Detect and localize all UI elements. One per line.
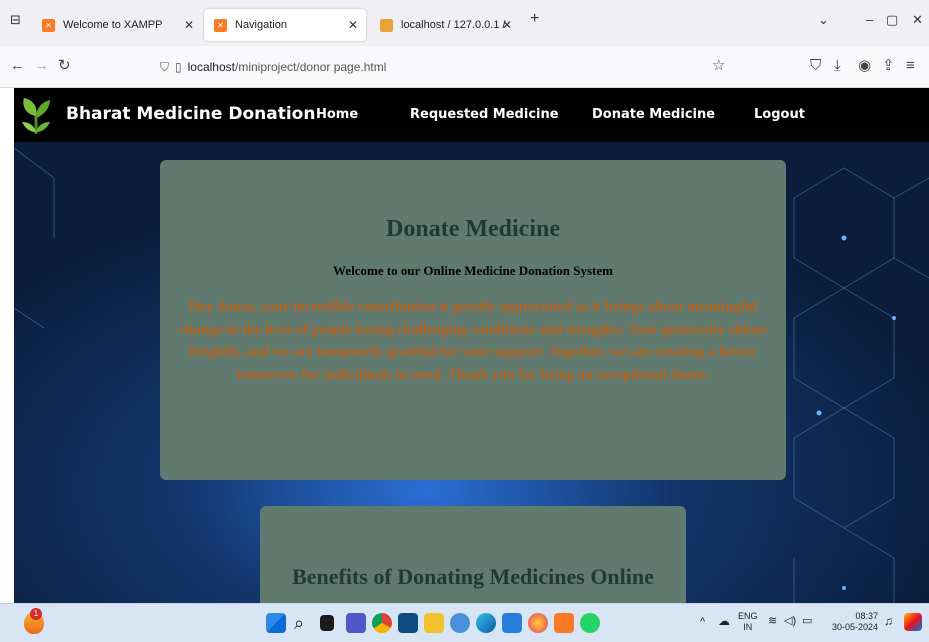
- onedrive-icon[interactable]: ☁: [718, 615, 730, 627]
- weather-widget-icon[interactable]: 1: [24, 608, 44, 634]
- donate-info-card: Donate Medicine Welcome to our Online Me…: [160, 160, 786, 480]
- download-icon[interactable]: ⤓: [834, 56, 841, 76]
- notification-badge: 1: [30, 608, 42, 620]
- tab-overflow-icon[interactable]: ⌄: [818, 12, 829, 28]
- battery-icon[interactable]: ▭: [802, 616, 812, 627]
- close-window-icon[interactable]: ✕: [912, 12, 923, 28]
- restore-icon[interactable]: ▢: [886, 12, 898, 28]
- clock[interactable]: 08:37 30-05-2024: [826, 611, 878, 633]
- minimize-icon[interactable]: –: [866, 12, 873, 27]
- tab-xampp[interactable]: ✕ Welcome to XAMPP ✕: [32, 9, 202, 41]
- xampp-favicon-icon: ✕: [42, 18, 55, 32]
- nav-donate-medicine[interactable]: Donate Medicine: [592, 107, 715, 122]
- windows-taskbar: 1 ⌕ ^ ☁ ENG IN ≋ ◁) ▭ 08:37 30-05-2024 ♫: [0, 603, 929, 642]
- tab-title: Welcome to XAMPP: [63, 19, 163, 31]
- edge-icon[interactable]: [476, 613, 496, 633]
- leaf-logo-icon: [22, 98, 50, 134]
- vscode-icon[interactable]: [502, 613, 522, 633]
- region-code: IN: [743, 622, 753, 632]
- url-bar[interactable]: ⛉ ▯ localhost/miniproject/donor page.htm…: [160, 54, 730, 80]
- pinned-app-icon[interactable]: [450, 613, 470, 633]
- notification-bell-icon[interactable]: ♫: [884, 615, 893, 627]
- card-title: Benefits of Donating Medicines Online: [292, 564, 654, 589]
- chevron-up-icon[interactable]: ^: [700, 617, 705, 628]
- url-path: /miniproject/donor page.html: [235, 60, 387, 74]
- search-icon[interactable]: ⌕: [294, 613, 314, 633]
- menu-icon[interactable]: ≡: [906, 56, 915, 76]
- benefits-card: Benefits of Donating Medicines Online: [260, 506, 686, 603]
- page-viewport: Bharat Medicine Donation Home Requested …: [14, 88, 929, 603]
- store-icon[interactable]: [398, 613, 418, 633]
- task-view-icon[interactable]: [320, 615, 334, 631]
- date: 30-05-2024: [831, 622, 878, 632]
- pocket-icon[interactable]: ⛉: [810, 56, 821, 76]
- site-navbar: Bharat Medicine Donation Home Requested …: [14, 88, 929, 142]
- lang-code: ENG: [738, 611, 758, 621]
- card-title: Donate Medicine: [386, 216, 560, 242]
- close-tab-icon[interactable]: ✕: [502, 18, 512, 32]
- shield-icon[interactable]: ⛉: [160, 60, 169, 75]
- tab-list-icon[interactable]: ⊟: [10, 12, 21, 28]
- account-icon[interactable]: ◉: [858, 56, 871, 76]
- browser-tab-bar: ⊟ ✕ Welcome to XAMPP ✕ ✕ Navigation ✕ lo…: [0, 0, 929, 46]
- tab-title: Navigation: [235, 19, 287, 31]
- close-tab-icon[interactable]: ✕: [348, 18, 358, 32]
- firefox-icon[interactable]: [528, 613, 548, 633]
- back-icon[interactable]: ←: [10, 56, 25, 76]
- browser-toolbar: ← → ↻ ⛉ ▯ localhost/miniproject/donor pa…: [0, 46, 929, 88]
- url-host: localhost: [187, 60, 235, 74]
- whatsapp-icon[interactable]: [580, 613, 600, 633]
- xampp-favicon-icon: ✕: [214, 18, 227, 32]
- extensions-icon[interactable]: ⇪: [882, 56, 895, 76]
- file-explorer-icon[interactable]: [424, 613, 444, 633]
- teams-icon[interactable]: [346, 613, 366, 633]
- start-windows-icon[interactable]: [266, 613, 286, 633]
- language-indicator[interactable]: ENG IN: [738, 611, 758, 633]
- wifi-icon[interactable]: ≋: [768, 616, 777, 627]
- volume-icon[interactable]: ◁): [784, 616, 796, 627]
- card-subtitle: Welcome to our Online Medicine Donation …: [333, 263, 613, 278]
- xampp-icon[interactable]: [554, 613, 574, 633]
- time: 08:37: [855, 611, 878, 621]
- nav-requested-medicine[interactable]: Requested Medicine: [410, 107, 559, 122]
- phpmyadmin-favicon-icon: [380, 18, 393, 32]
- forward-icon[interactable]: →: [34, 56, 49, 76]
- reload-icon[interactable]: ↻: [58, 56, 71, 76]
- card-body-text: Hey donor, your incredible contribution …: [179, 299, 767, 383]
- new-tab-icon[interactable]: +: [530, 10, 539, 28]
- nav-home[interactable]: Home: [316, 107, 358, 122]
- brand-title[interactable]: Bharat Medicine Donation: [66, 104, 315, 124]
- page-icon: ▯: [175, 60, 182, 74]
- tab-title: localhost / 127.0.0.1 / bharath_r: [401, 19, 506, 31]
- tab-phpmyadmin[interactable]: localhost / 127.0.0.1 / bharath_r ✕: [370, 9, 520, 41]
- tab-navigation[interactable]: ✕ Navigation ✕: [204, 9, 366, 41]
- close-tab-icon[interactable]: ✕: [184, 18, 194, 32]
- bookmark-star-icon[interactable]: ☆: [712, 56, 725, 76]
- copilot-icon[interactable]: [904, 613, 922, 631]
- chrome-icon[interactable]: [372, 613, 392, 633]
- nav-logout[interactable]: Logout: [754, 107, 805, 122]
